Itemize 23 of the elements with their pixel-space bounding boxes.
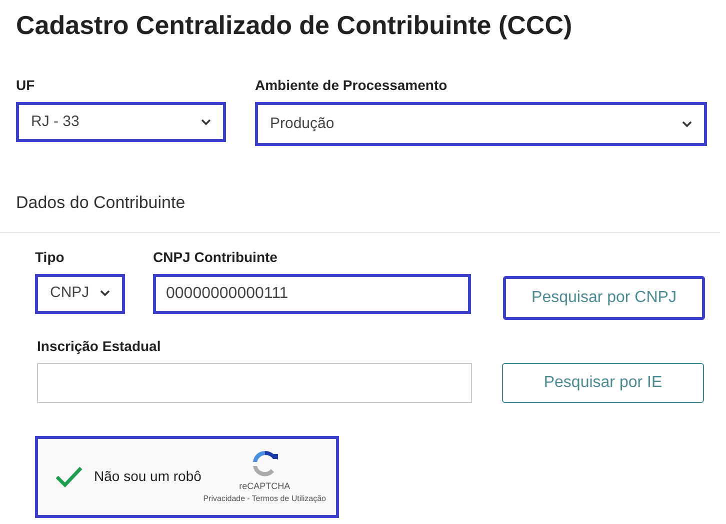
ie-input[interactable]: [37, 362, 472, 402]
section-title: Dados do Contribuinte: [16, 192, 186, 214]
check-icon: [55, 466, 83, 488]
chevron-down-icon: [201, 118, 211, 126]
field-label: Inscrição Estadual: [37, 336, 162, 356]
search-ie-button[interactable]: Pesquisar por IE: [502, 362, 704, 402]
chevron-down-icon: [682, 120, 692, 128]
link-separator: -: [247, 493, 250, 506]
field-label: Ambiente de Processamento: [255, 76, 448, 95]
captcha-label: Não sou um robô: [94, 467, 202, 486]
chevron-down-icon: [100, 290, 110, 297]
field-label: CNPJ Contribuinte: [153, 248, 278, 266]
cnpj-input[interactable]: 00000000000111: [153, 274, 471, 314]
terms-link[interactable]: Termos de Utilização: [252, 493, 326, 506]
select-field[interactable]: Produção: [255, 102, 707, 146]
field-label: UF: [16, 76, 36, 95]
captcha-brand: reCAPTCHA: [239, 480, 290, 493]
select-field[interactable]: CNPJ: [35, 274, 125, 314]
page-title: Cadastro Centralizado de Contribuinte (CCC): [16, 9, 574, 42]
search-cnpj-button[interactable]: Pesquisar por CNPJ: [503, 276, 705, 320]
field-label: Tipo: [35, 248, 66, 267]
privacy-link[interactable]: Privacidade: [203, 493, 246, 506]
select-field[interactable]: RJ - 33: [16, 102, 226, 142]
